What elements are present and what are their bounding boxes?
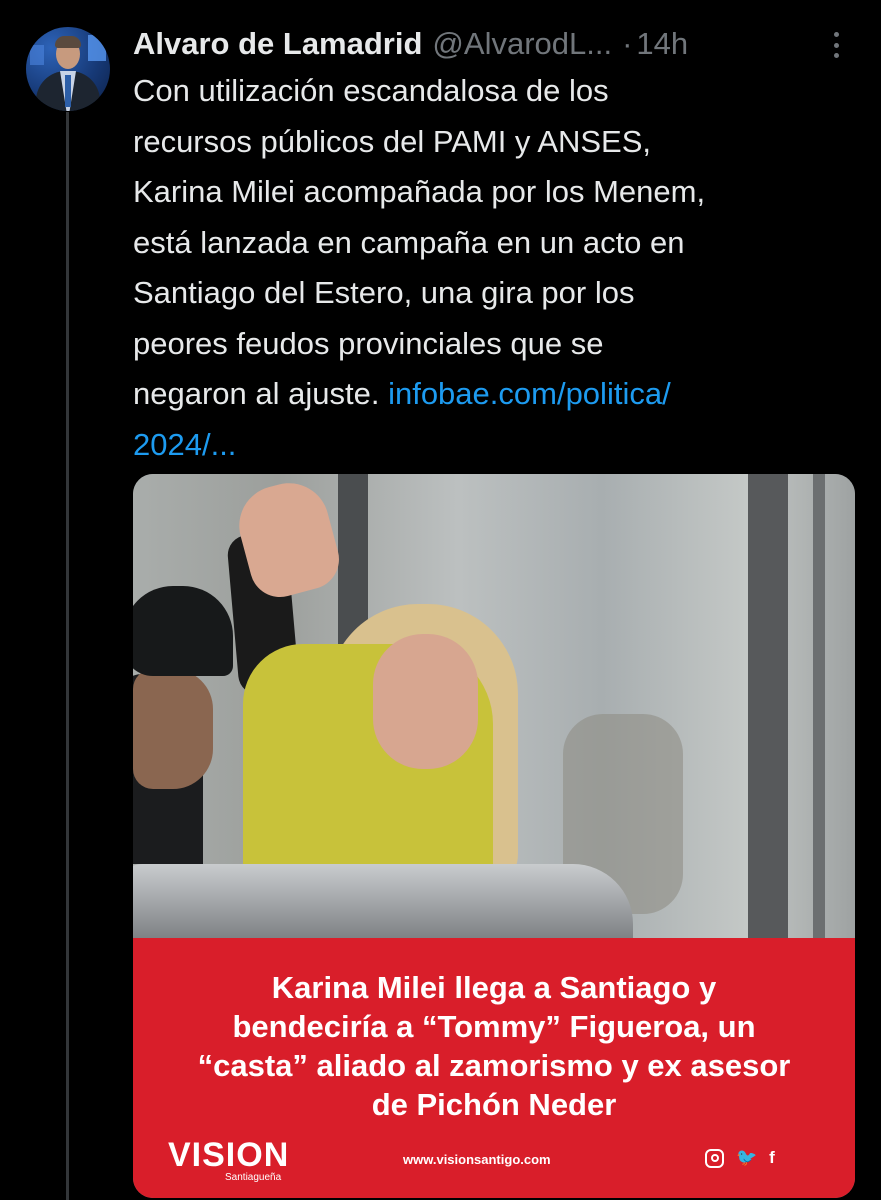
brand-logo: VISION xyxy=(168,1136,290,1174)
tweet-link[interactable]: infobae.com/politica/ xyxy=(388,376,671,411)
photo-pillar xyxy=(748,474,788,938)
photo-woman-face xyxy=(373,634,478,769)
twitter-icon: 🐦 xyxy=(736,1148,758,1167)
news-photo xyxy=(133,474,855,954)
tweet-text-line: Karina Milei acompañada por los Menem, xyxy=(133,174,706,209)
website-url: www.visionsantigo.com xyxy=(403,1152,551,1167)
avatar-tie xyxy=(65,75,71,107)
instagram-icon xyxy=(705,1148,724,1168)
tweet-text-line: peores feudos provinciales que se xyxy=(133,325,604,361)
photo-guard-cap xyxy=(133,586,233,676)
tweet-text-fragment: negaron al ajuste. xyxy=(133,376,389,411)
tweet-text-line: recursos públicos del PAMI y ANSES, xyxy=(133,123,652,159)
headline-line: “casta” aliado al zamorismo y ex asesor xyxy=(197,1048,791,1083)
social-icons: 🐦 f xyxy=(705,1148,775,1168)
facebook-icon: f xyxy=(769,1148,775,1167)
more-options-icon[interactable] xyxy=(826,28,846,62)
avatar-hair xyxy=(55,36,81,48)
tweet-link-continuation[interactable]: 2024/... xyxy=(133,420,863,471)
headline-line: de Pichón Neder xyxy=(371,1087,617,1122)
avatar-background-screen xyxy=(88,35,106,61)
separator-dot: · xyxy=(622,26,633,61)
headline-line: Karina Milei llega a Santiago y xyxy=(271,970,717,1005)
tweet-header: Alvaro de Lamadrid @AlvarodL... · 14h xyxy=(133,22,873,66)
thread-line xyxy=(66,112,69,1200)
tweet-media-card[interactable]: Karina Milei llega a Santiago y bendecir… xyxy=(133,474,855,1198)
photo-guard-face xyxy=(133,669,213,789)
tweet-text-line: Santiago del Estero, una gira por los xyxy=(133,275,635,310)
tweet-text-line: Con utilización escandalosa de los xyxy=(133,73,609,108)
headline-line: bendeciría a “Tommy” Figueroa, un xyxy=(232,1009,756,1044)
tweet-timestamp[interactable]: 14h xyxy=(636,26,688,62)
author-display-name[interactable]: Alvaro de Lamadrid xyxy=(133,26,422,62)
brand-subtitle: Santiagueña xyxy=(225,1172,282,1183)
news-banner: Karina Milei llega a Santiago y bendecir… xyxy=(133,938,855,1198)
author-handle[interactable]: @AlvarodL... xyxy=(432,26,612,62)
tweet-text-line-with-link: negaron al ajuste. infobae.com/politica/ xyxy=(133,369,863,420)
photo-pillar xyxy=(813,474,825,938)
avatar-background-screen xyxy=(30,45,44,65)
tweet-text-line: está lanzada en campaña en un acto en xyxy=(133,224,685,260)
tweet-text: Con utilización escandalosa de los recur… xyxy=(133,66,863,470)
news-headline: Karina Milei llega a Santiago y bendecir… xyxy=(133,968,855,1124)
author-avatar[interactable] xyxy=(26,27,110,111)
